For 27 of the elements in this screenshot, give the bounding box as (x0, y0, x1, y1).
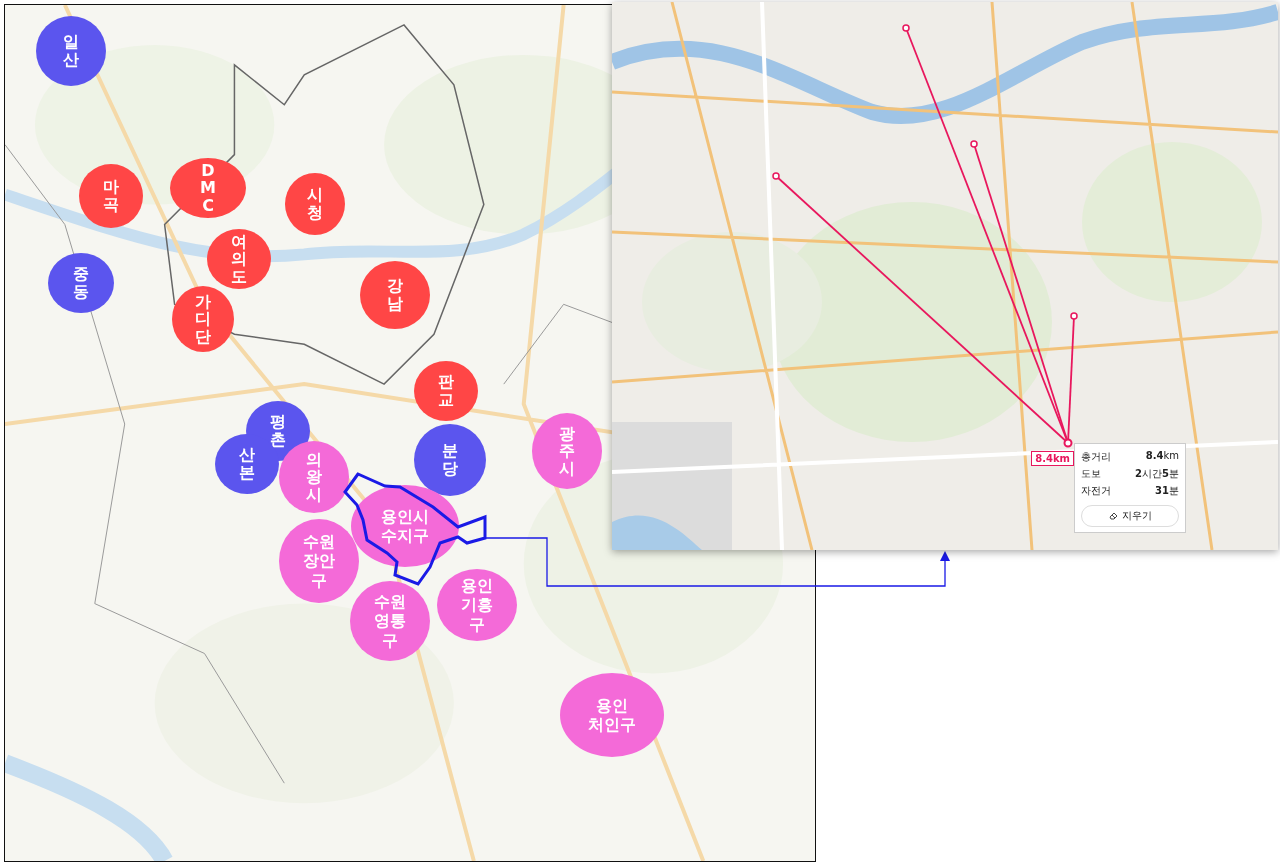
region-label: 산본 (239, 446, 255, 482)
region-label: 용인 (596, 695, 628, 715)
region-label: 수지구 (381, 526, 429, 546)
region-label: 중동 (73, 265, 89, 301)
region-label: 일산 (63, 33, 79, 69)
region-label: 구 (382, 630, 398, 650)
region-label: 분당 (442, 442, 458, 478)
region-label: 용인 (461, 576, 493, 596)
region-label: 의왕시 (306, 450, 322, 504)
region-label: 수원 (303, 532, 335, 552)
region-label: 장안 (303, 551, 335, 571)
region-label: 여의도 (231, 232, 247, 286)
region-label: 처인구 (588, 715, 636, 735)
region-label: 평촌 (270, 413, 286, 449)
region-label: 판교 (438, 373, 454, 409)
region-label: 가디단 (195, 292, 211, 346)
region-label: DMC (200, 161, 216, 215)
region-label: 수원 (374, 592, 406, 612)
region-label: 광주시 (559, 424, 575, 478)
region-label: 강남 (387, 277, 403, 313)
region-label: 기흥 (461, 595, 493, 615)
region-label: 영통 (374, 611, 406, 631)
region-label: 용인시 (381, 506, 429, 526)
region-label: 구 (469, 614, 485, 634)
region-label: 마곡 (103, 178, 119, 214)
region-label: 시청 (307, 186, 323, 222)
region-label: 구 (311, 570, 327, 590)
